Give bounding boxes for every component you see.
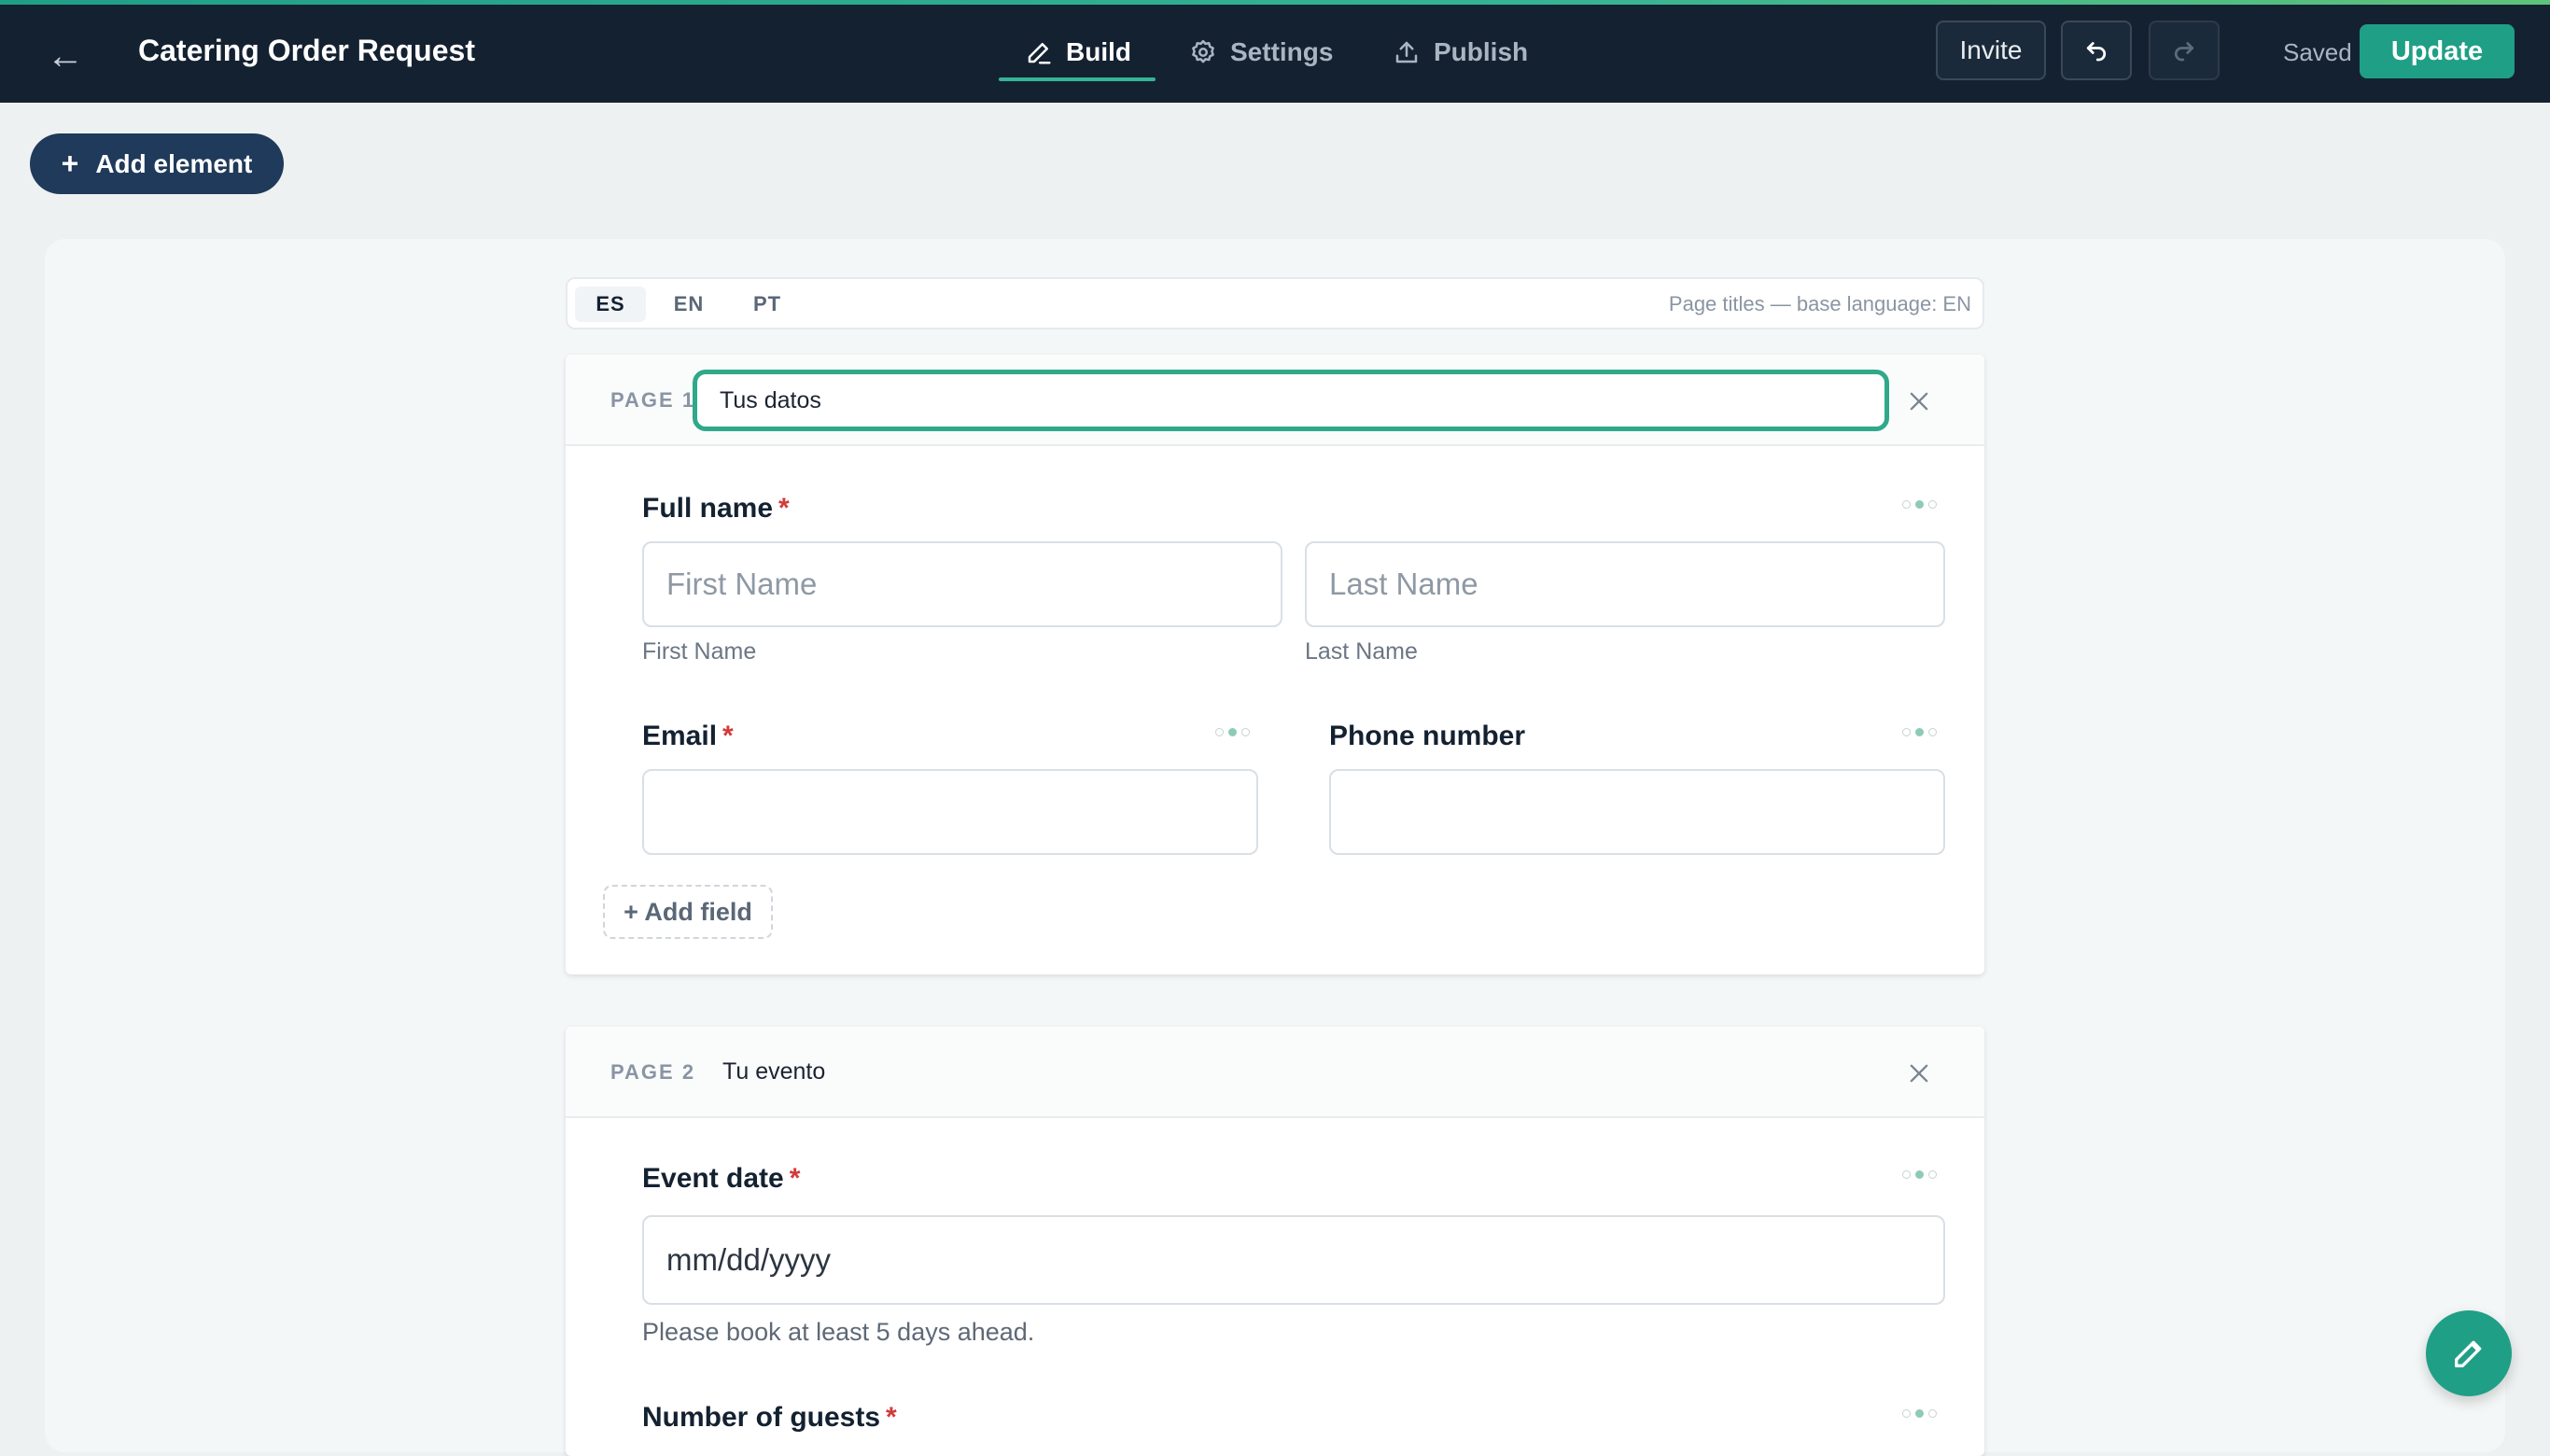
lang-tab-en[interactable]: EN: [653, 287, 724, 322]
last-name-placeholder: Last Name: [1329, 567, 1478, 601]
tab-publish[interactable]: Publish: [1393, 32, 1528, 73]
field-options-icon[interactable]: [1902, 1409, 1937, 1418]
required-marker: *: [886, 1402, 897, 1433]
required-marker: *: [778, 493, 790, 524]
required-marker: *: [789, 1163, 801, 1194]
page-header-1: PAGE 1 Tus datos: [566, 355, 1984, 446]
pencil-icon: [2455, 1340, 2482, 1367]
page-title-text[interactable]: Tu evento: [722, 1058, 825, 1085]
invite-button[interactable]: Invite: [1936, 21, 2046, 80]
first-name-input[interactable]: First Name: [642, 541, 1282, 627]
last-name-sublabel: Last Name: [1305, 638, 1418, 665]
first-name-placeholder: First Name: [666, 567, 818, 601]
edit-fab-button[interactable]: [2426, 1310, 2512, 1396]
full-name-label-text: Full name: [642, 493, 774, 524]
guests-label: Number of guests *: [642, 1402, 897, 1434]
lang-tab-pt[interactable]: PT: [732, 287, 803, 322]
full-name-label: Full name *: [642, 493, 790, 525]
undo-icon: [2086, 42, 2107, 62]
language-note: Page titles — base language: EN: [1668, 292, 1971, 315]
language-bar: ES EN PT Page titles — base language: EN: [566, 277, 1984, 329]
invite-button-label: Invite: [1959, 35, 2023, 64]
top-bar: ← Catering Order Request Build Settings …: [0, 0, 2550, 103]
email-label-text: Email: [642, 721, 718, 751]
add-field-button[interactable]: + Add field: [603, 885, 773, 939]
tab-build[interactable]: Build: [1025, 32, 1131, 73]
email-label: Email *: [642, 721, 734, 752]
tab-settings[interactable]: Settings: [1189, 32, 1333, 73]
update-button[interactable]: Update: [2360, 24, 2515, 78]
field-options-icon[interactable]: [1902, 728, 1937, 736]
guests-label-text: Number of guests: [642, 1402, 881, 1433]
page-number-label: PAGE 1: [610, 388, 696, 412]
lang-tab-es[interactable]: ES: [575, 287, 646, 322]
email-input[interactable]: [642, 769, 1258, 855]
plus-icon: +: [61, 147, 79, 180]
page-number-label: PAGE 2: [610, 1060, 696, 1084]
upload-icon: [1395, 41, 1418, 63]
saved-status: Saved: [2283, 38, 2352, 66]
page-title-input[interactable]: Tus datos: [693, 370, 1889, 431]
close-icon[interactable]: [1906, 1060, 1932, 1086]
add-element-button[interactable]: + Add element: [30, 133, 284, 194]
first-name-sublabel: First Name: [642, 638, 757, 665]
event-date-help: Please book at least 5 days ahead.: [642, 1318, 1035, 1346]
event-date-placeholder: mm/dd/yyyy: [666, 1242, 832, 1277]
redo-button[interactable]: [2149, 21, 2220, 80]
page-header-2: PAGE 2 Tu evento: [566, 1027, 1984, 1118]
gear-icon: [1192, 39, 1214, 63]
back-arrow-icon[interactable]: ←: [47, 37, 84, 75]
close-icon[interactable]: [1906, 388, 1932, 414]
undo-button[interactable]: [2061, 21, 2132, 80]
active-tab-underline: [999, 77, 1156, 81]
event-date-label: Event date *: [642, 1163, 800, 1195]
field-options-icon[interactable]: [1902, 500, 1937, 509]
pencil-icon: [1028, 43, 1051, 64]
page-card-1: PAGE 1 Tus datos Full name * First Name L…: [566, 355, 1984, 974]
field-options-icon[interactable]: [1215, 728, 1250, 736]
page-card-2: PAGE 2 Tu evento Event date * mm/dd/yyyy …: [566, 1027, 1984, 1456]
last-name-input[interactable]: Last Name: [1305, 541, 1945, 627]
tab-settings-label: Settings: [1230, 37, 1334, 66]
phone-label: Phone number: [1329, 721, 1526, 751]
tab-build-label: Build: [1066, 37, 1131, 66]
form-title: Catering Order Request: [138, 34, 475, 67]
required-marker: *: [722, 721, 734, 751]
page-title-value: Tus datos: [720, 386, 821, 413]
field-options-icon[interactable]: [1902, 1170, 1937, 1179]
add-element-label: Add element: [95, 148, 253, 178]
event-date-label-text: Event date: [642, 1163, 784, 1194]
header-accent-line: [0, 0, 2550, 5]
tab-publish-label: Publish: [1434, 37, 1529, 66]
redo-icon: [2174, 42, 2194, 62]
phone-input[interactable]: [1329, 769, 1945, 855]
event-date-input[interactable]: mm/dd/yyyy: [642, 1215, 1945, 1305]
